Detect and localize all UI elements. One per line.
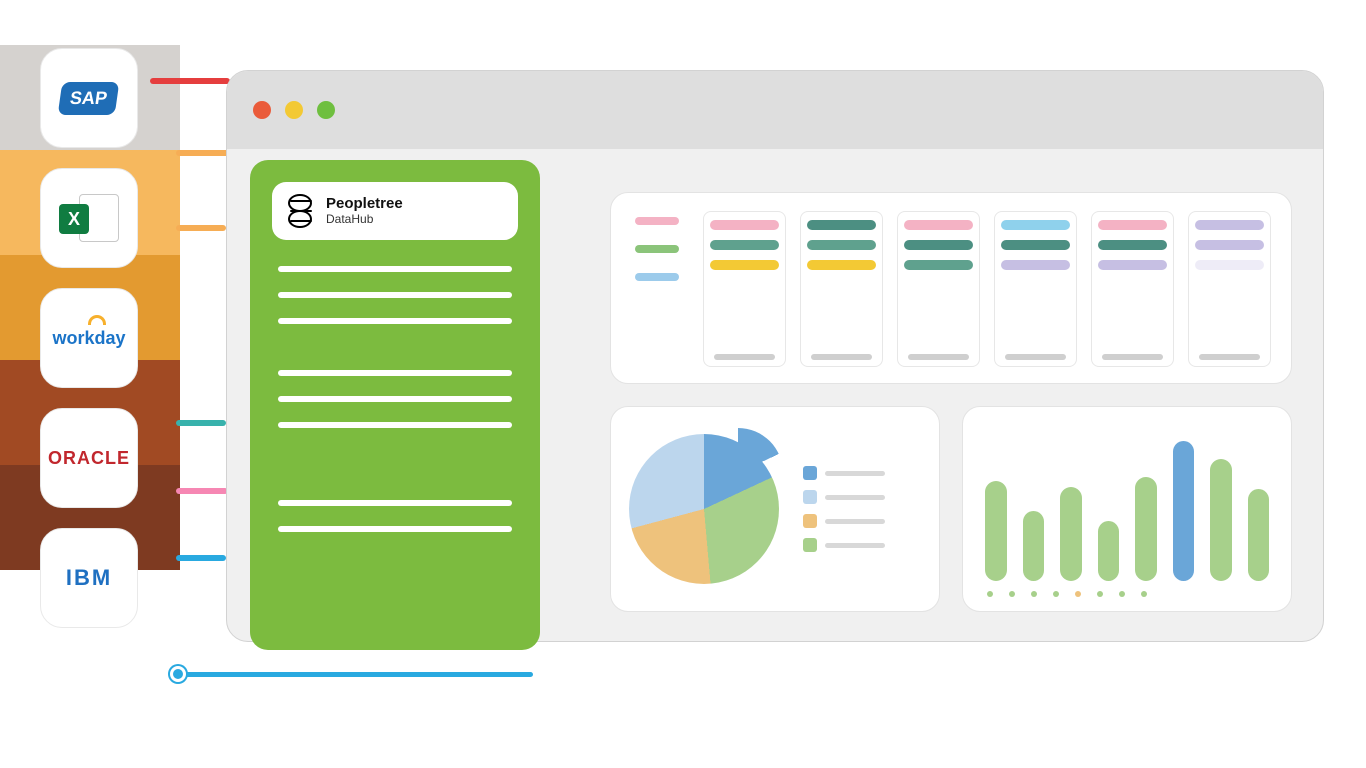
datahub-line <box>278 396 512 402</box>
datahub-line <box>278 292 512 298</box>
connector-oracle-2 <box>176 488 228 494</box>
datahub-line <box>278 266 512 272</box>
workday-logo-icon: workday <box>52 329 125 347</box>
timeline-card <box>610 192 1292 384</box>
timeline-col <box>897 211 980 367</box>
connector-excel <box>176 150 232 156</box>
bar <box>1248 489 1270 581</box>
bar <box>1135 477 1157 581</box>
legend-swatch-green <box>803 538 817 552</box>
pie-chart <box>629 434 779 584</box>
legend-label <box>825 543 885 548</box>
connector-sap <box>150 78 230 84</box>
workday-label: workday <box>52 328 125 348</box>
pie-legend <box>803 466 885 552</box>
timeline-col <box>994 211 1077 367</box>
legend-swatch-lightblue <box>803 490 817 504</box>
bar-axis-dots <box>985 591 1269 597</box>
legend-swatch-blue <box>803 466 817 480</box>
source-tile-sap: SAP <box>40 48 138 148</box>
bar-chart <box>985 441 1269 581</box>
bar-chart-card <box>962 406 1292 612</box>
timeline-col <box>800 211 883 367</box>
window-maximize-icon[interactable] <box>317 101 335 119</box>
bar-highlight <box>1173 441 1195 581</box>
timeline-col <box>1091 211 1174 367</box>
bar <box>985 481 1007 581</box>
connector-output <box>178 672 533 677</box>
window-titlebar <box>227 71 1323 149</box>
pie-chart-card <box>610 406 940 612</box>
bar <box>1210 459 1232 581</box>
legend-swatch-orange <box>803 514 817 528</box>
timeline-columns <box>703 211 1271 367</box>
dna-icon <box>288 194 312 228</box>
legend-label <box>825 471 885 476</box>
ibm-logo-icon: IBM <box>66 567 112 589</box>
connector-oracle <box>176 420 226 426</box>
datahub-title: Peopletree <box>326 196 403 213</box>
bar <box>1023 511 1045 581</box>
source-tile-oracle: ORACLE <box>40 408 138 508</box>
excel-badge: X <box>59 204 89 234</box>
window-minimize-icon[interactable] <box>285 101 303 119</box>
datahub-line <box>278 500 512 506</box>
sap-logo-icon: SAP <box>58 82 120 115</box>
row-label <box>635 273 679 281</box>
legend-label <box>825 519 885 524</box>
connector-ibm <box>176 555 226 561</box>
datahub-panel: Peopletree DataHub <box>250 160 540 650</box>
dashboard-area <box>610 192 1292 612</box>
excel-logo-icon: X <box>59 194 119 242</box>
pie-slice-exploded <box>693 428 783 518</box>
window-close-icon[interactable] <box>253 101 271 119</box>
bar <box>1098 521 1120 581</box>
datahub-line <box>278 526 512 532</box>
datahub-line <box>278 370 512 376</box>
connector-output-dot <box>170 666 186 682</box>
bar <box>1060 487 1082 581</box>
datahub-header: Peopletree DataHub <box>272 182 518 240</box>
source-tile-workday: workday <box>40 288 138 388</box>
connector-workday <box>176 225 226 231</box>
legend-label <box>825 495 885 500</box>
source-tile-ibm: IBM <box>40 528 138 628</box>
row-label <box>635 217 679 225</box>
source-tile-excel: X <box>40 168 138 268</box>
oracle-logo-icon: ORACLE <box>48 449 130 467</box>
datahub-subtitle: DataHub <box>326 213 403 226</box>
datahub-line <box>278 422 512 428</box>
datahub-line <box>278 318 512 324</box>
row-label <box>635 245 679 253</box>
timeline-col <box>1188 211 1271 367</box>
timeline-col <box>703 211 786 367</box>
